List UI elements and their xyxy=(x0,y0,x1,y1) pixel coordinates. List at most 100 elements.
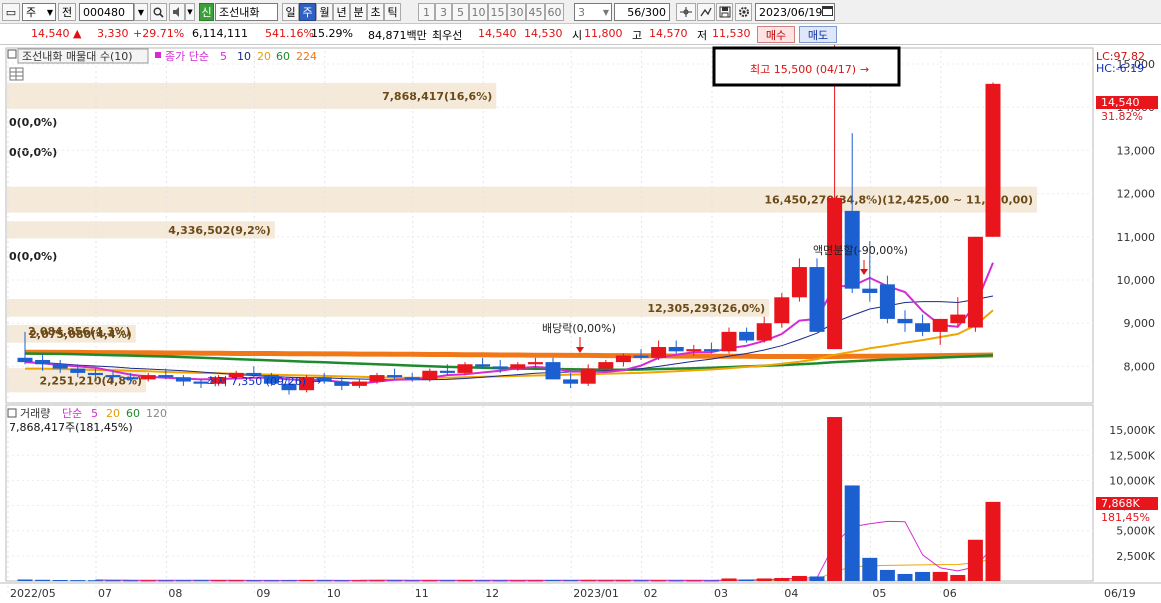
volume-bar xyxy=(158,580,174,582)
tab-year[interactable]: 년 xyxy=(333,3,350,21)
volume-bar xyxy=(510,580,526,582)
period-tabs: 일 주 월 년 분 초 틱 xyxy=(282,3,401,21)
legend-ma224: 224 xyxy=(296,50,317,63)
candle-body xyxy=(756,323,772,341)
code-dropdown-icon[interactable]: ▼ xyxy=(134,3,148,21)
volume-tick-label: 10,000K xyxy=(1109,474,1155,487)
volume-profile-label: 2,251,210(4,8%) xyxy=(40,374,143,387)
best-bid: 14,530 xyxy=(524,27,563,40)
best-quote-label: 최우선 xyxy=(432,29,463,42)
interval-button[interactable]: 1 xyxy=(418,3,435,21)
tab-week[interactable]: 주 xyxy=(299,3,316,21)
high-price: 14,570 xyxy=(649,27,688,40)
current-price: 14,540 ▲ xyxy=(31,27,82,40)
candle-body xyxy=(140,375,156,380)
chevron-down-icon: ▼ xyxy=(602,7,609,17)
price-tick-label: 11,000 xyxy=(1117,231,1156,244)
volume-bar xyxy=(915,571,931,581)
buy-button[interactable]: 매수 xyxy=(757,26,795,43)
price-tick-label: 12,000 xyxy=(1117,188,1156,201)
stock-code-input[interactable]: 000480 xyxy=(79,3,134,21)
x-tick-label: 2022/05 xyxy=(10,587,56,600)
candle-body xyxy=(615,355,631,363)
interval-button[interactable]: 10 xyxy=(469,3,488,21)
volume-bar xyxy=(932,571,948,581)
x-tick-label: 05 xyxy=(872,587,886,600)
candle-body xyxy=(35,359,51,365)
candle-body xyxy=(439,370,455,373)
candle-body xyxy=(123,377,139,380)
x-end-label: 06/19 xyxy=(1104,587,1136,600)
date-field[interactable]: 2023/06/19 xyxy=(755,3,835,21)
candle-body xyxy=(387,375,403,378)
count-select[interactable]: 3 ▼ xyxy=(574,3,612,21)
crosshair-icon[interactable] xyxy=(676,3,696,21)
draw-line-icon[interactable] xyxy=(697,3,715,21)
tab-second[interactable]: 초 xyxy=(367,3,384,21)
volume-bar xyxy=(439,580,455,582)
candle-body xyxy=(703,349,719,352)
candle-body xyxy=(457,364,473,373)
candle-body xyxy=(985,83,1001,237)
volume-bar xyxy=(299,580,315,582)
candle-body xyxy=(967,236,983,328)
volume-bar xyxy=(316,580,332,582)
x-tick-label: 03 xyxy=(714,587,728,600)
save-icon[interactable] xyxy=(716,3,733,21)
x-tick-label: 12 xyxy=(485,587,499,600)
price-change-pct: +29.71% xyxy=(133,27,185,40)
sell-button[interactable]: 매도 xyxy=(799,26,837,43)
tab-minute[interactable]: 분 xyxy=(350,3,367,21)
candle-body xyxy=(510,364,526,369)
candle-body xyxy=(862,288,878,293)
volume-profile-label: 7,868,417(16,6%) xyxy=(382,90,492,103)
volume-bar xyxy=(862,557,878,581)
candle-body xyxy=(422,370,438,380)
price-tick-label: 13,000 xyxy=(1117,144,1156,157)
volume-bar xyxy=(967,539,983,581)
search-icon[interactable] xyxy=(150,3,167,21)
stock-name-field[interactable]: 조선내화 xyxy=(215,3,278,21)
candle-body xyxy=(739,331,755,341)
right-arrow-icon: → xyxy=(312,375,321,388)
speaker-icon[interactable] xyxy=(169,3,185,21)
current-pct-tag: 31.82% xyxy=(1101,110,1143,123)
volume-bar xyxy=(263,580,279,582)
candle-body xyxy=(668,346,684,352)
stock-chart[interactable]: 2,251,210(4,8%)2,075,080(4,4%)12,305,293… xyxy=(0,45,1161,603)
volume-info: 7,868,417주(181,45%) xyxy=(9,421,133,434)
calendar-icon[interactable] xyxy=(822,5,835,19)
gear-icon[interactable] xyxy=(735,3,752,21)
window-menu-icon[interactable]: ▭ xyxy=(2,3,20,21)
toolbar: ▭ 주 ▼ 전 000480 ▼ ▼ 신 조선내화 일 주 월 년 분 초 틱 … xyxy=(0,0,1161,24)
price-change: 3,330 xyxy=(97,27,129,40)
volume-bar xyxy=(756,578,772,581)
interval-button[interactable]: 5 xyxy=(452,3,469,21)
minute-interval-buttons: 1 3 5 10 15 30 45 60 xyxy=(418,3,564,21)
hc-value: HC:-6.19 xyxy=(1096,62,1144,75)
candle-body xyxy=(52,364,68,369)
candle-body xyxy=(809,267,825,332)
prev-button[interactable]: 전 xyxy=(58,3,76,21)
interval-button[interactable]: 30 xyxy=(507,3,526,21)
interval-button[interactable]: 60 xyxy=(545,3,564,21)
volume-bar xyxy=(897,573,913,581)
speaker-dropdown-icon[interactable]: ▼ xyxy=(185,3,195,21)
interval-button[interactable]: 45 xyxy=(526,3,545,21)
interval-button[interactable]: 15 xyxy=(488,3,507,21)
x-tick-label: 02 xyxy=(644,587,658,600)
chart-type-select[interactable]: 주 ▼ xyxy=(22,3,56,21)
volume-bar xyxy=(844,485,860,581)
volume-bar xyxy=(774,577,790,581)
open-label: 시 xyxy=(572,29,583,42)
tab-tick[interactable]: 틱 xyxy=(384,3,401,21)
tab-day[interactable]: 일 xyxy=(282,3,299,21)
interval-button[interactable]: 3 xyxy=(435,3,452,21)
range-field[interactable]: 56/300 xyxy=(614,3,670,21)
volume-bar xyxy=(827,417,843,581)
legend-volume: 거래량 xyxy=(20,407,50,420)
volume-bar xyxy=(422,580,438,582)
candle-body xyxy=(721,331,737,352)
legend-volume-profile: 조선내화 매물대 수(10) xyxy=(22,50,133,63)
tab-month[interactable]: 월 xyxy=(316,3,333,21)
